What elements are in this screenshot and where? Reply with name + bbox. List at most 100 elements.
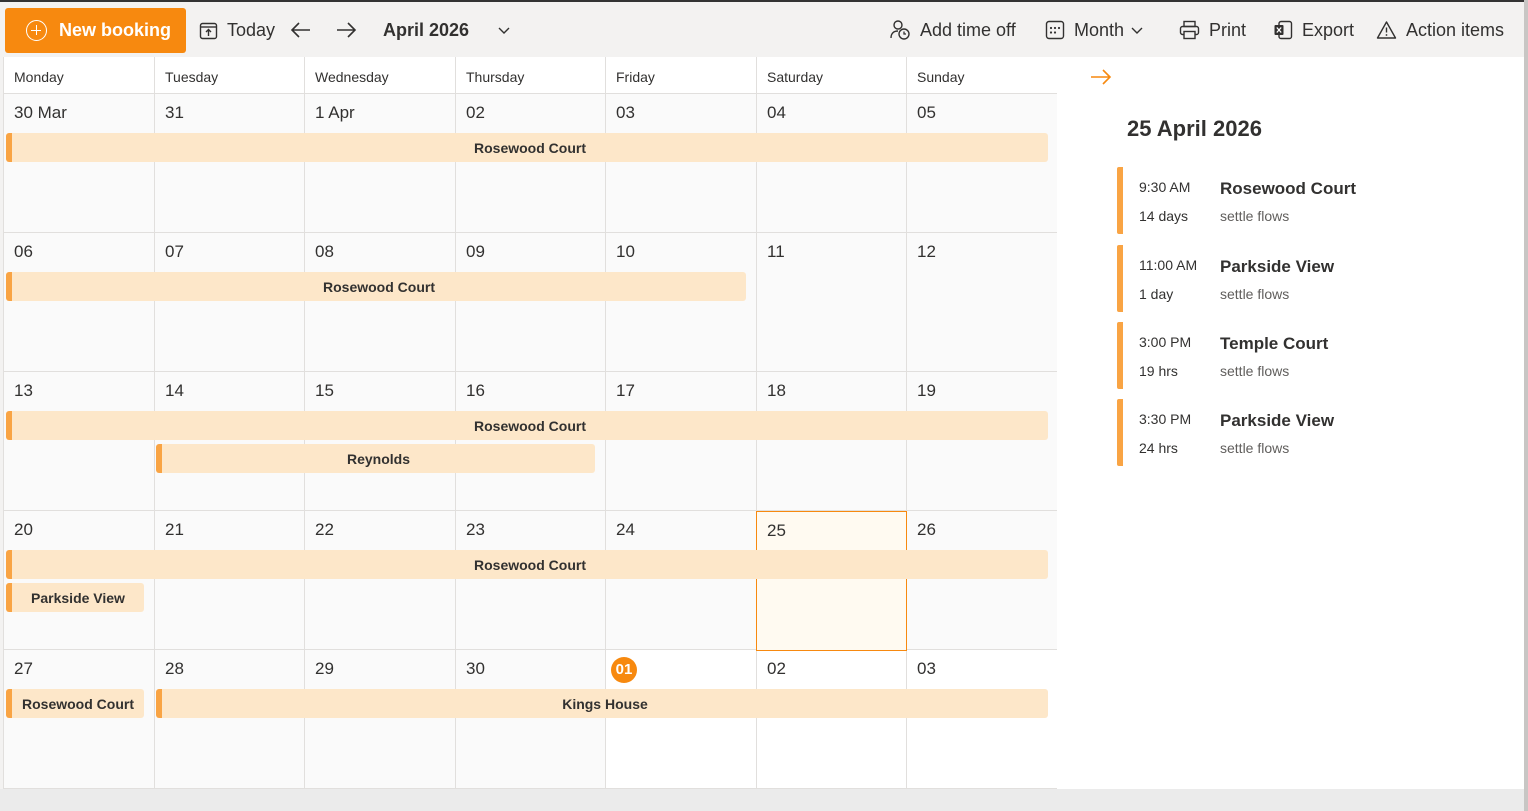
weekday-header-cell: Tuesday — [154, 57, 304, 94]
weekday-header-cell: Friday — [605, 57, 756, 94]
booking-event[interactable]: Reynolds — [156, 444, 595, 473]
day-cell[interactable]: 12 — [906, 233, 1057, 372]
booking-event[interactable]: Rosewood Court — [6, 411, 1048, 440]
previous-month-button[interactable] — [290, 15, 321, 45]
day-cell[interactable]: 27 — [4, 650, 154, 789]
date-number: 05 — [917, 103, 936, 122]
date-number: 22 — [315, 520, 334, 539]
booking-event[interactable]: Kings House — [156, 689, 1048, 718]
month-calendar: Monday Tuesday Wednesday Thursday Friday Satu… — [3, 57, 1058, 789]
add-time-off-label: Add time off — [920, 19, 1016, 40]
date-number: 18 — [767, 381, 786, 400]
day-cell[interactable]: 08 — [304, 233, 455, 372]
day-cell[interactable]: 01 — [605, 650, 756, 789]
day-cell[interactable]: 16 — [455, 372, 605, 511]
agenda-item[interactable]: 11:00 AM 1 day Parkside View settle flows — [1117, 245, 1497, 312]
agenda-item[interactable]: 3:30 PM 24 hrs Parkside View settle flows — [1117, 399, 1497, 466]
agenda-title: Temple Court — [1220, 334, 1329, 353]
date-number: 16 — [466, 381, 485, 400]
view-selector[interactable]: Month — [1045, 15, 1144, 45]
date-number: 17 — [616, 381, 635, 400]
day-cell[interactable]: 29 — [304, 650, 455, 789]
next-month-button[interactable] — [335, 15, 366, 45]
agenda-item[interactable]: 9:30 AM 14 days Rosewood Court settle flows — [1117, 167, 1497, 234]
booking-event[interactable]: Rosewood Court — [6, 133, 1048, 162]
chevron-down-icon — [1131, 27, 1143, 34]
date-number: 10 — [616, 242, 635, 261]
day-cell[interactable]: 23 — [455, 511, 605, 650]
export-button[interactable]: Export — [1273, 15, 1354, 45]
date-number: 27 — [14, 659, 33, 678]
arrow-left-icon — [290, 22, 310, 38]
agenda-duration: 1 day — [1139, 286, 1174, 302]
agenda-item[interactable]: 3:00 PM 19 hrs Temple Court settle flows — [1117, 322, 1497, 389]
day-cell[interactable]: 09 — [455, 233, 605, 372]
date-number: 03 — [917, 659, 936, 678]
add-time-off-button[interactable]: Add time off — [889, 15, 1016, 45]
day-cell[interactable]: 22 — [304, 511, 455, 650]
agenda-time: 3:30 PM — [1139, 411, 1192, 427]
day-cell[interactable]: 10 — [605, 233, 756, 372]
date-number: 29 — [315, 659, 334, 678]
day-cell[interactable]: 19 — [906, 372, 1057, 511]
agenda-subtitle: settle flows — [1220, 440, 1290, 456]
day-cell[interactable]: 06 — [4, 233, 154, 372]
agenda-title: Parkside View — [1220, 257, 1335, 276]
print-button[interactable]: Print — [1179, 15, 1246, 45]
day-cell[interactable]: 30 — [455, 650, 605, 789]
calendar-month-icon — [1045, 20, 1065, 40]
day-cell[interactable]: 30 Mar — [4, 94, 154, 233]
date-number: 14 — [165, 381, 184, 400]
month-label: April 2026 — [383, 19, 470, 40]
month-picker[interactable]: April 2026 — [383, 15, 511, 45]
day-cell[interactable]: 04 — [756, 94, 906, 233]
booking-event[interactable]: Rosewood Court — [6, 550, 1048, 579]
day-cell[interactable]: 02 — [756, 650, 906, 789]
day-cell[interactable]: 20 — [4, 511, 154, 650]
weekday-header-cell: Thursday — [455, 57, 605, 94]
date-number: 09 — [466, 242, 485, 261]
agenda-time: 11:00 AM — [1139, 257, 1198, 273]
agenda-duration: 14 days — [1139, 208, 1189, 224]
panel-date-heading: 25 April 2026 — [1127, 116, 1262, 141]
day-cell[interactable]: 28 — [154, 650, 304, 789]
day-cell[interactable]: 03 — [605, 94, 756, 233]
weekday-header-cell: Sunday — [906, 57, 1057, 94]
agenda-time: 9:30 AM — [1139, 179, 1191, 195]
today-label: Today — [227, 19, 276, 40]
date-number: 31 — [165, 103, 184, 122]
collapse-panel-arrow-icon[interactable] — [1089, 67, 1113, 87]
date-number: 06 — [14, 242, 33, 261]
action-items-button[interactable]: Action items — [1376, 15, 1504, 45]
printer-icon — [1179, 20, 1200, 40]
day-cell[interactable]: 17 — [605, 372, 756, 511]
day-cell[interactable]: 31 — [154, 94, 304, 233]
date-number: 03 — [616, 103, 635, 122]
date-number: 1 Apr — [315, 103, 355, 122]
day-cell[interactable]: 24 — [605, 511, 756, 650]
day-cell[interactable]: 21 — [154, 511, 304, 650]
day-cell[interactable]: 11 — [756, 233, 906, 372]
day-cell-selected[interactable]: 25 — [756, 511, 907, 651]
day-cell[interactable]: 18 — [756, 372, 906, 511]
day-cell[interactable]: 13 — [4, 372, 154, 511]
agenda-duration: 24 hrs — [1139, 440, 1178, 456]
date-number: 07 — [165, 242, 184, 261]
day-cell[interactable]: 03 — [906, 650, 1057, 789]
today-button[interactable]: Today — [199, 15, 275, 45]
scrollbar[interactable] — [1524, 0, 1528, 811]
chevron-down-icon — [498, 27, 510, 34]
booking-event[interactable]: Rosewood Court — [6, 689, 144, 718]
day-cell[interactable]: 1 Apr — [304, 94, 455, 233]
booking-event[interactable]: Rosewood Court — [6, 272, 746, 301]
day-cell[interactable]: 14 — [154, 372, 304, 511]
new-booking-button[interactable]: New booking — [5, 8, 186, 53]
booking-event[interactable]: Parkside View — [6, 583, 144, 612]
date-number: 21 — [165, 520, 184, 539]
date-number: 08 — [315, 242, 334, 261]
day-cell[interactable]: 07 — [154, 233, 304, 372]
day-cell[interactable]: 05 — [906, 94, 1057, 233]
day-cell[interactable]: 26 — [906, 511, 1057, 650]
day-cell[interactable]: 02 — [455, 94, 605, 233]
day-cell[interactable]: 15 — [304, 372, 455, 511]
